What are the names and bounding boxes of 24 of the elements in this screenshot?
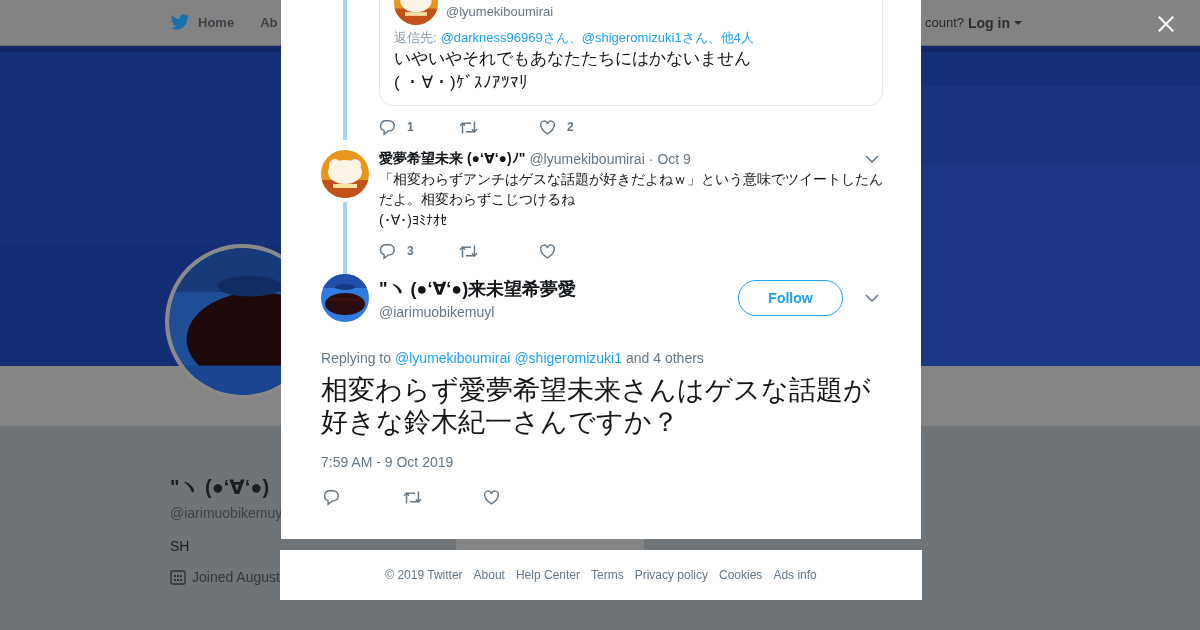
tweet-text: 相変わらず愛夢希望未来さんはゲスな話題が好きな鈴木紀一さんですか？: [321, 374, 872, 438]
footer-link[interactable]: Ads info: [773, 568, 817, 582]
footer-link[interactable]: Help Center: [515, 568, 580, 582]
profile-name: "ヽ (●‘∀‘●): [170, 475, 270, 500]
profile-bio: SH: [170, 538, 190, 554]
footer-link[interactable]: About: [473, 568, 505, 582]
user-handle: @lyumekiboumirai: [446, 4, 554, 19]
footer-link[interactable]: Privacy policy: [634, 568, 708, 582]
nav-link[interactable]: Home: [198, 15, 235, 30]
footer-link[interactable]: Terms: [591, 568, 624, 582]
tweet-timestamp[interactable]: 7:59 AM - 9 Oct 2019: [321, 454, 883, 470]
footer-link[interactable]: © 2019 Twitter: [385, 568, 463, 582]
caret-icon: [1014, 20, 1022, 25]
reply-icon[interactable]: [323, 488, 340, 506]
mention-link[interactable]: @darkness96969さん、@shigeromizuki1さん、他4人: [440, 30, 754, 45]
heart-icon[interactable]: [483, 488, 500, 506]
login-link[interactable]: Log in: [968, 14, 1010, 31]
joined-date: Joined August: [192, 569, 280, 585]
account-prompt: count?: [924, 15, 964, 30]
nav-link[interactable]: Ab: [260, 15, 278, 30]
close-icon[interactable]: [1157, 15, 1175, 33]
reply-label: 返信先:: [394, 30, 437, 45]
footer-link[interactable]: Cookies: [719, 568, 763, 582]
calendar-icon: [170, 569, 186, 585]
